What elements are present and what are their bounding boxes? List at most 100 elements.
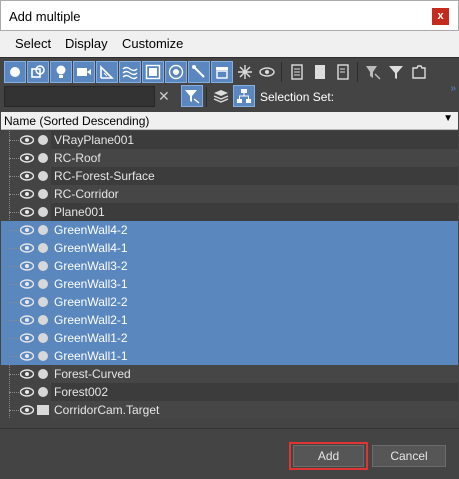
- filter-bar: ✕ Selection Set: »: [0, 83, 459, 111]
- visibility-eye-icon[interactable]: [19, 404, 35, 416]
- visibility-eye-icon[interactable]: [19, 314, 35, 326]
- tree-branch: [9, 356, 19, 357]
- visibility-eye-icon[interactable]: [19, 242, 35, 254]
- tree-branch: [9, 302, 19, 303]
- menu-customize[interactable]: Customize: [122, 36, 183, 51]
- visibility-eye-icon[interactable]: [19, 296, 35, 308]
- list-item[interactable]: GreenWall4-1: [1, 239, 458, 257]
- groups-icon[interactable]: [142, 61, 164, 83]
- list-item[interactable]: GreenWall3-1: [1, 275, 458, 293]
- clear-search-icon[interactable]: ✕: [158, 88, 170, 105]
- visibility-eye-icon[interactable]: [19, 134, 35, 146]
- geometry-icon[interactable]: [4, 61, 26, 83]
- object-dot-icon: [38, 135, 48, 145]
- cameras-icon[interactable]: [73, 61, 95, 83]
- object-dot-icon: [38, 243, 48, 253]
- search-input[interactable]: [4, 86, 155, 107]
- lights-icon[interactable]: [50, 61, 72, 83]
- object-dot-icon: [38, 207, 48, 217]
- helpers-icon[interactable]: [96, 61, 118, 83]
- tree-branch: [9, 266, 19, 267]
- item-name: GreenWall3-2: [54, 259, 128, 273]
- hidden-icon[interactable]: [256, 61, 278, 83]
- tree-branch: [9, 212, 19, 213]
- list-item[interactable]: Forest-Curved: [1, 365, 458, 383]
- invert-display-icon[interactable]: [332, 61, 354, 83]
- object-dot-icon: [38, 225, 48, 235]
- visibility-eye-icon[interactable]: [19, 260, 35, 272]
- list-item[interactable]: CorridorCam.Target: [1, 401, 458, 419]
- tree-branch: [9, 410, 19, 411]
- object-dot-icon: [38, 297, 48, 307]
- list-item[interactable]: RC-Forest-Surface: [1, 167, 458, 185]
- visibility-eye-icon[interactable]: [19, 188, 35, 200]
- menu-display[interactable]: Display: [65, 36, 108, 51]
- visibility-eye-icon[interactable]: [19, 386, 35, 398]
- item-name: CorridorCam.Target: [54, 403, 160, 417]
- tree-branch: [9, 284, 19, 285]
- column-header[interactable]: Name (Sorted Descending) ▼: [1, 112, 458, 130]
- item-name: GreenWall3-1: [54, 277, 128, 291]
- tree-branch: [9, 320, 19, 321]
- list-item[interactable]: Plane001: [1, 203, 458, 221]
- cancel-button[interactable]: Cancel: [372, 445, 446, 467]
- filter-toggle-icon[interactable]: [181, 85, 203, 107]
- space-warps-icon[interactable]: [119, 61, 141, 83]
- tree-branch: [9, 194, 19, 195]
- filter-icon[interactable]: [362, 61, 384, 83]
- item-name: RC-Corridor: [54, 187, 119, 201]
- list-item[interactable]: GreenWall1-2: [1, 329, 458, 347]
- item-name: GreenWall4-2: [54, 223, 128, 237]
- item-name: RC-Roof: [54, 151, 101, 165]
- list-item[interactable]: GreenWall4-2: [1, 221, 458, 239]
- display-none-icon[interactable]: [309, 61, 331, 83]
- shapes-icon[interactable]: [27, 61, 49, 83]
- layers-icon[interactable]: [210, 85, 232, 107]
- expand-chevron-icon[interactable]: »: [450, 83, 456, 94]
- containers-icon[interactable]: [211, 61, 233, 83]
- list-item[interactable]: GreenWall2-2: [1, 293, 458, 311]
- item-name: Plane001: [54, 205, 105, 219]
- item-name: GreenWall2-2: [54, 295, 128, 309]
- bones-icon[interactable]: [188, 61, 210, 83]
- object-dot-icon: [38, 351, 48, 361]
- visibility-eye-icon[interactable]: [19, 170, 35, 182]
- list-item[interactable]: RC-Corridor: [1, 185, 458, 203]
- visibility-eye-icon[interactable]: [19, 368, 35, 380]
- list-item[interactable]: Forest002: [1, 383, 458, 401]
- visibility-eye-icon[interactable]: [19, 224, 35, 236]
- item-name: GreenWall1-2: [54, 331, 128, 345]
- item-name: VRayPlane001: [54, 133, 135, 147]
- display-all-icon[interactable]: [286, 61, 308, 83]
- folder-icon[interactable]: [408, 61, 430, 83]
- toolbar-separator: [281, 62, 282, 82]
- visibility-eye-icon[interactable]: [19, 332, 35, 344]
- list-item[interactable]: GreenWall2-1: [1, 311, 458, 329]
- object-dot-icon: [38, 279, 48, 289]
- close-button[interactable]: x: [432, 8, 449, 25]
- frozen-icon[interactable]: [234, 61, 256, 83]
- visibility-eye-icon[interactable]: [19, 206, 35, 218]
- add-button[interactable]: Add: [293, 445, 364, 467]
- list-item[interactable]: VRayPlane001: [1, 131, 458, 149]
- tree-branch: [9, 338, 19, 339]
- visibility-eye-icon[interactable]: [19, 350, 35, 362]
- xrefs-icon[interactable]: [165, 61, 187, 83]
- list-item[interactable]: RC-Roof: [1, 149, 458, 167]
- funnel-icon[interactable]: [385, 61, 407, 83]
- visibility-eye-icon[interactable]: [19, 278, 35, 290]
- item-name: GreenWall1-1: [54, 349, 128, 363]
- item-name: GreenWall2-1: [54, 313, 128, 327]
- tree-branch: [9, 230, 19, 231]
- object-dot-icon: [38, 189, 48, 199]
- visibility-eye-icon[interactable]: [19, 152, 35, 164]
- row-background: [51, 149, 458, 167]
- list-item[interactable]: GreenWall1-1: [1, 347, 458, 365]
- list-item[interactable]: GreenWall3-2: [1, 257, 458, 275]
- menu-select[interactable]: Select: [15, 36, 51, 51]
- object-dot-icon: [38, 171, 48, 181]
- sort-arrow-icon[interactable]: ▼: [443, 113, 453, 124]
- item-name: Forest002: [54, 385, 109, 399]
- item-name: GreenWall4-1: [54, 241, 128, 255]
- hierarchy-icon[interactable]: [233, 85, 255, 107]
